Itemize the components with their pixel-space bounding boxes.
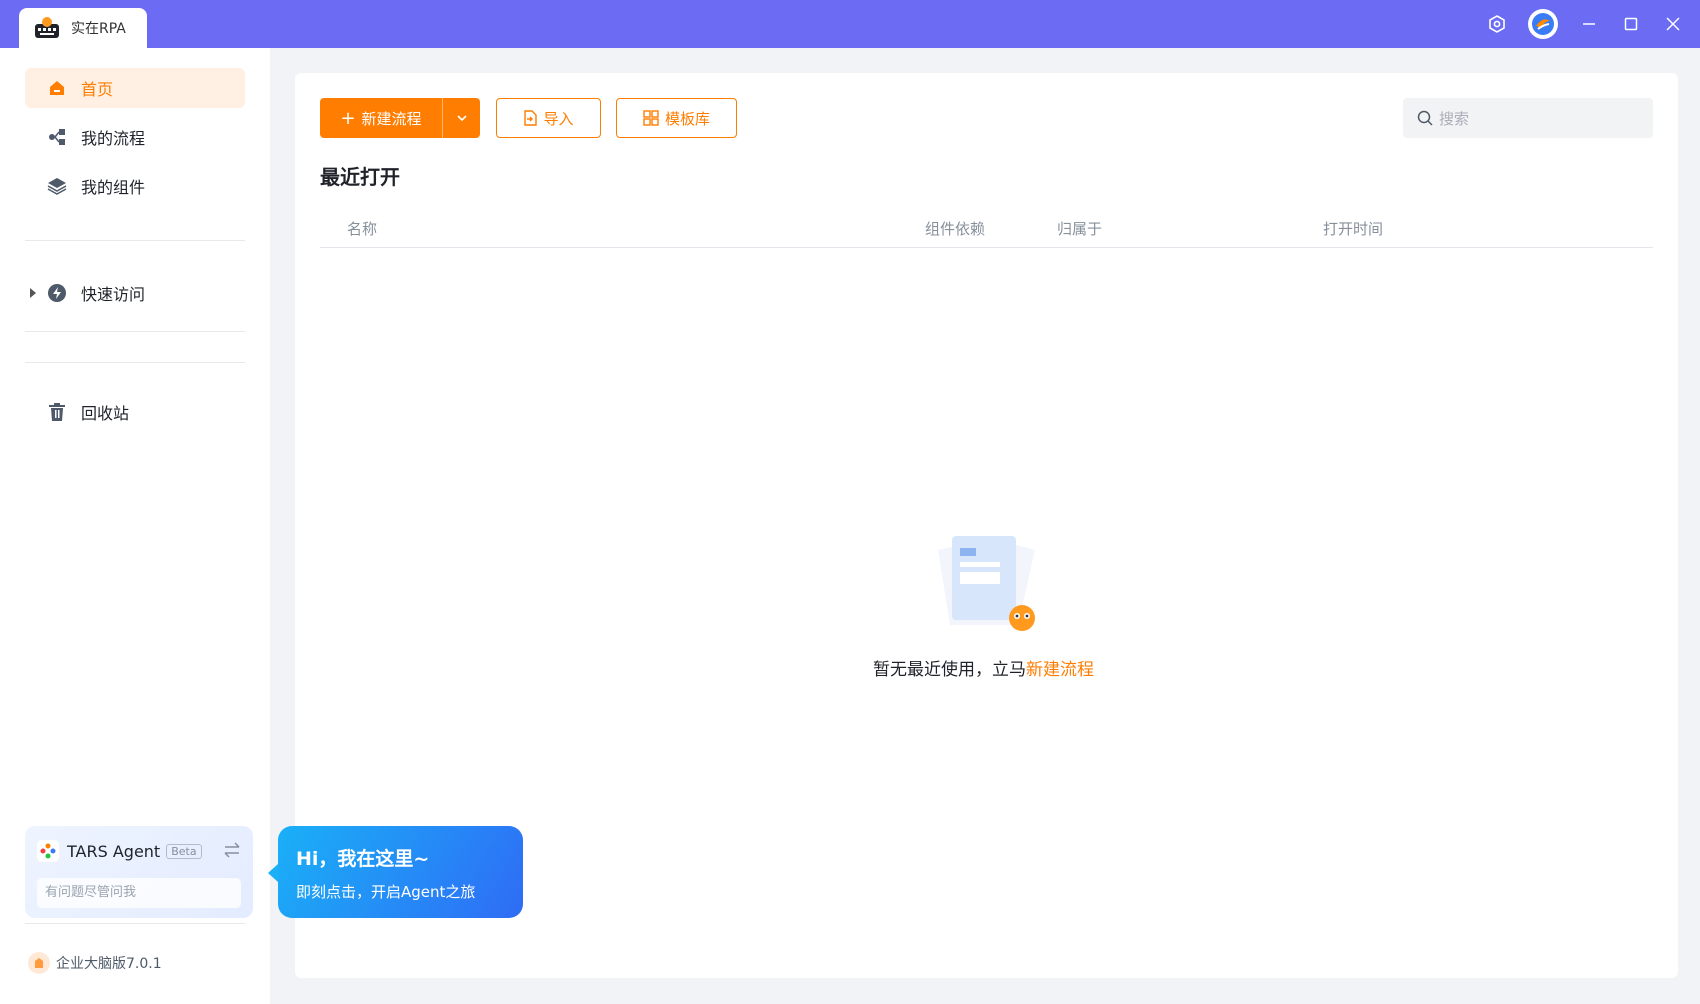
import-icon	[523, 110, 538, 126]
sidebar-item-label: 快速访问	[81, 285, 146, 304]
agent-tooltip-bubble[interactable]: Hi，我在这里~ 即刻点击，开启Agent之旅	[268, 826, 523, 918]
new-flow-dropdown[interactable]	[443, 98, 480, 138]
template-library-button[interactable]: 模板库	[616, 98, 737, 138]
divider	[25, 923, 245, 924]
settings-icon[interactable]	[1476, 0, 1518, 48]
minimize-icon[interactable]	[1568, 0, 1610, 48]
chevron-down-icon	[456, 115, 467, 122]
flow-icon	[47, 127, 67, 147]
trash-icon	[47, 402, 67, 422]
recent-title: 最近打开	[320, 165, 400, 189]
agent-title: TARS Agent	[67, 841, 161, 861]
divider	[25, 331, 245, 332]
table-header: 名称 组件依赖 归属于 打开时间	[320, 204, 1653, 248]
new-flow-button[interactable]: + 新建流程	[320, 98, 480, 138]
app-title: 实在RPA	[71, 21, 126, 37]
template-label: 模板库	[664, 109, 710, 128]
divider	[25, 240, 245, 241]
close-icon[interactable]	[1652, 0, 1694, 48]
maximize-icon[interactable]	[1610, 0, 1652, 48]
sidebar-item-home[interactable]: 首页	[25, 68, 245, 108]
swap-icon[interactable]	[223, 842, 241, 862]
column-header-owner: 归属于	[1057, 220, 1103, 238]
divider	[25, 362, 245, 363]
bubble-title: Hi，我在这里~	[296, 848, 430, 870]
sidebar-item-label: 首页	[81, 80, 114, 99]
search-input[interactable]: 搜索	[1403, 98, 1653, 138]
sidebar-item-flows[interactable]: 我的流程	[25, 117, 245, 157]
sidebar-item-components[interactable]: 我的组件	[25, 166, 245, 206]
lightning-icon	[47, 283, 67, 303]
agent-logo-icon	[37, 840, 59, 862]
new-flow-main[interactable]: + 新建流程	[320, 98, 442, 138]
import-button[interactable]: 导入	[496, 98, 601, 138]
empty-state-text: 暂无最近使用，立马新建流程	[873, 655, 1094, 680]
avatar[interactable]	[1528, 9, 1558, 39]
column-header-name: 名称	[347, 220, 378, 238]
empty-message: 暂无最近使用，立马	[873, 660, 1026, 680]
empty-state-illustration	[930, 530, 1045, 645]
search-icon	[1417, 110, 1433, 126]
sidebar-item-label: 我的组件	[81, 178, 146, 197]
plus-icon: +	[340, 107, 356, 129]
column-header-dependency: 组件依赖	[925, 220, 986, 238]
agent-input[interactable]: 有问题尽管问我	[37, 878, 241, 908]
sidebar-item-quick-access[interactable]: 快速访问	[25, 273, 245, 313]
sidebar-item-trash[interactable]: 回收站	[25, 392, 245, 432]
sidebar-item-label: 回收站	[81, 404, 130, 423]
version-label: 企业大脑版7.0.1	[56, 956, 162, 972]
sidebar-item-label: 我的流程	[81, 129, 146, 148]
bubble-subtitle: 即刻点击，开启Agent之旅	[296, 883, 476, 901]
new-flow-label: 新建流程	[361, 109, 422, 128]
agent-card[interactable]: TARS Agent Beta 有问题尽管问我	[25, 826, 253, 918]
beta-badge: Beta	[166, 843, 202, 859]
import-label: 导入	[543, 109, 574, 128]
grid-icon	[643, 110, 659, 126]
new-flow-link[interactable]: 新建流程	[1026, 660, 1094, 680]
home-icon	[47, 78, 67, 98]
version-info: 企业大脑版7.0.1	[28, 952, 162, 974]
app-logo-icon	[33, 16, 61, 40]
brain-icon	[28, 952, 50, 974]
title-bar: 实在RPA	[0, 0, 1700, 48]
search-placeholder: 搜索	[1439, 109, 1470, 128]
app-tab[interactable]: 实在RPA	[19, 8, 147, 48]
column-header-open-time: 打开时间	[1323, 220, 1384, 238]
layers-icon	[47, 176, 67, 196]
